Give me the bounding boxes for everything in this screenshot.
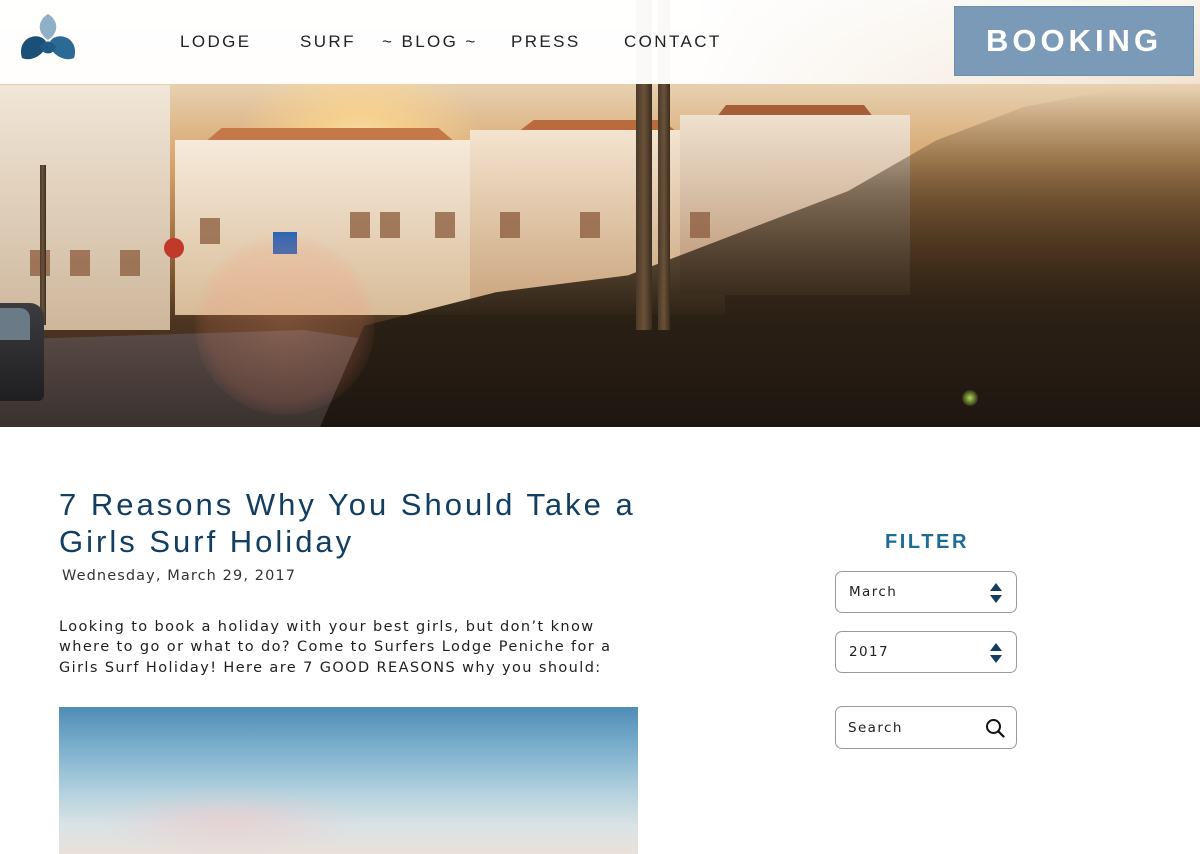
three-leaf-logo-icon[interactable] [18, 12, 78, 68]
window [435, 212, 455, 238]
lens-flare [962, 390, 978, 406]
search-box [835, 706, 1017, 749]
window [580, 212, 600, 238]
booking-button[interactable]: BOOKING [954, 6, 1194, 76]
nav-item-press[interactable]: PRESS [511, 30, 581, 54]
window [690, 212, 710, 238]
filter-title: FILTER [884, 531, 970, 553]
nav-item-contact[interactable]: CONTACT [624, 30, 722, 54]
window [500, 212, 520, 238]
search-input[interactable] [848, 717, 978, 739]
cloud [99, 787, 359, 854]
lens-flare [195, 235, 375, 415]
search-icon[interactable] [985, 718, 1005, 738]
select-stepper-icon [990, 643, 1002, 663]
window [70, 250, 90, 276]
window [350, 212, 370, 238]
post-title[interactable]: 7 Reasons Why You Should Take a Girls Su… [59, 486, 659, 560]
stop-sign [164, 238, 184, 258]
post-date: Wednesday, March 29, 2017 [62, 568, 297, 584]
car-window [0, 308, 30, 340]
year-select[interactable]: 2017 [835, 631, 1017, 673]
building-left [0, 85, 170, 330]
month-select[interactable]: March [835, 571, 1017, 613]
nav-item-surf[interactable]: SURF [300, 30, 356, 54]
window [380, 212, 400, 238]
window [200, 218, 220, 244]
post-intro: Looking to book a holiday with your best… [59, 619, 612, 676]
select-stepper-icon [990, 583, 1002, 603]
utility-pole [40, 165, 46, 325]
nav-item-lodge[interactable]: LODGE [180, 30, 252, 54]
post-image [59, 707, 638, 854]
month-select-value: March [849, 584, 898, 600]
window [120, 250, 140, 276]
nav-item-blog[interactable]: ~ BLOG ~ [382, 30, 478, 54]
year-select-value: 2017 [849, 644, 889, 660]
